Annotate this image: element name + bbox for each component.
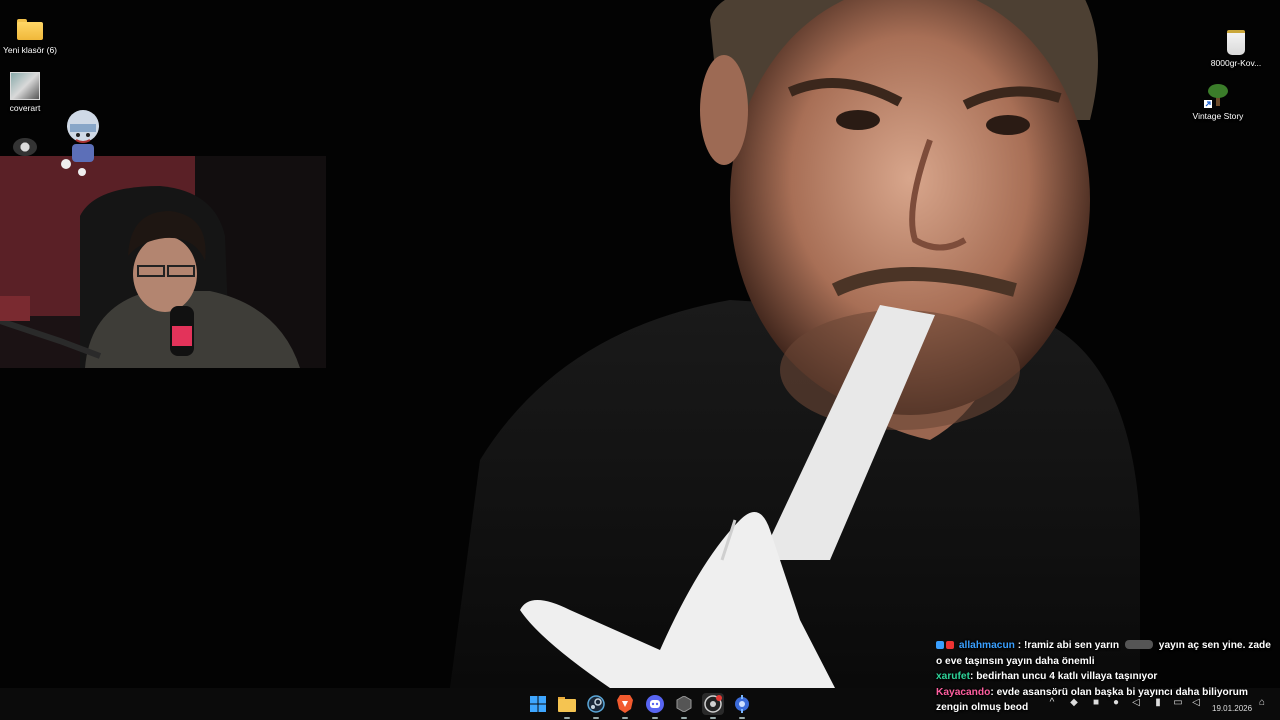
- chat-text: : bedirhan uncu 4 katlı villaya taşınıyo…: [969, 671, 1158, 682]
- desktop-icon-label: Yeni klasör (6): [2, 45, 58, 55]
- taskbar-file-explorer[interactable]: [556, 693, 578, 719]
- taskbar-cube-app[interactable]: [673, 693, 695, 719]
- cube-icon: [676, 696, 692, 712]
- webcam-overlay: [0, 156, 326, 368]
- brave-icon: [617, 695, 633, 713]
- avatar-sticker: [58, 106, 104, 176]
- start-button[interactable]: [527, 693, 549, 715]
- desktop-icon-label: Vintage Story: [1192, 111, 1244, 121]
- desktop-icon-8000gr[interactable]: 8000gr-Kov...: [1201, 30, 1271, 68]
- desktop-icon-vintage-story[interactable]: Vintage Story: [1183, 82, 1253, 121]
- taskbar-date[interactable]: 19.01.2026: [1212, 704, 1252, 713]
- taskbar-brave[interactable]: [614, 693, 636, 719]
- image-icon: [10, 72, 40, 100]
- desktop-icon-label: 8000gr-Kov...: [1210, 58, 1262, 68]
- sub-badge-icon: [936, 641, 944, 649]
- gear-blue-icon: [735, 695, 749, 713]
- mod-badge-icon: [946, 641, 954, 649]
- obs-icon: [704, 695, 722, 713]
- desktop-icon-yeni-klasor[interactable]: Yeni klasör (6): [0, 16, 65, 55]
- app-icon: [13, 138, 37, 156]
- desktop-icon-coverart[interactable]: coverart: [0, 72, 60, 113]
- folder-icon: [16, 16, 44, 42]
- taskbar-launcher[interactable]: [731, 693, 753, 719]
- taskbar-obs[interactable]: [702, 693, 724, 719]
- chat-username: xarufet: [936, 671, 970, 682]
- desktop-icon-label: coverart: [9, 103, 41, 113]
- chat-username: allahmacun: [958, 640, 1015, 651]
- folder-icon: [558, 696, 576, 712]
- discord-icon: [646, 695, 664, 713]
- bucket-icon: [1227, 30, 1245, 55]
- chat-message: xarufet: bedirhan uncu 4 katlı villaya t…: [936, 669, 1276, 685]
- windows-start-icon: [530, 696, 546, 712]
- taskbar-discord[interactable]: [644, 693, 666, 719]
- chat-message: allahmacun : !ramiz abi sen yarın yayın …: [936, 638, 1276, 669]
- chat-username: Kayacando: [936, 686, 991, 698]
- tree-shortcut-icon: [1204, 82, 1232, 108]
- steam-icon: [587, 695, 605, 713]
- chat-text: : !ramiz abi sen yarın: [1017, 640, 1120, 651]
- taskbar-steam[interactable]: [585, 693, 607, 719]
- emote-icon: [1124, 640, 1153, 649]
